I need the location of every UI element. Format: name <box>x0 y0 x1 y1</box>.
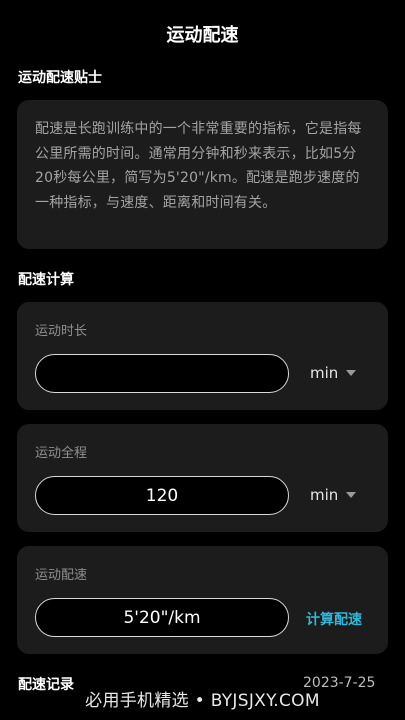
calculate-pace-button[interactable]: 计算配速 <box>306 609 362 629</box>
duration-input[interactable] <box>35 354 289 393</box>
title-bar: 运动配速 <box>0 0 405 68</box>
tips-text: 配速是长跑训练中的一个非常重要的指标，它是指每公里所需的时间。通常用分钟和秒来表… <box>35 121 362 211</box>
pace-label: 运动配速 <box>35 568 88 583</box>
distance-unit-select[interactable]: min <box>310 486 357 504</box>
distance-input[interactable]: 120 <box>35 476 289 515</box>
duration-label: 运动时长 <box>35 324 88 339</box>
watermark-text: 必用手机精选 • BYJSJXY.COM <box>85 691 320 711</box>
duration-card: 运动时长 min <box>17 302 388 410</box>
distance-label: 运动全程 <box>35 446 88 461</box>
chevron-down-icon <box>346 370 357 376</box>
pace-card: 运动配速 5'20"/km 计算配速 <box>17 546 388 654</box>
distance-unit-label: min <box>310 486 339 504</box>
duration-unit-label: min <box>310 364 339 382</box>
calculator-heading: 配速计算 <box>18 272 74 288</box>
page-title: 运动配速 <box>166 25 239 46</box>
tips-heading: 运动配速贴士 <box>18 70 102 86</box>
chevron-down-icon <box>346 492 357 498</box>
tips-card: 配速是长跑训练中的一个非常重要的指标，它是指每公里所需的时间。通常用分钟和秒来表… <box>17 100 388 249</box>
distance-card: 运动全程 120 min <box>17 424 388 532</box>
duration-unit-select[interactable]: min <box>310 364 357 382</box>
pace-output[interactable]: 5'20"/km <box>35 598 289 637</box>
